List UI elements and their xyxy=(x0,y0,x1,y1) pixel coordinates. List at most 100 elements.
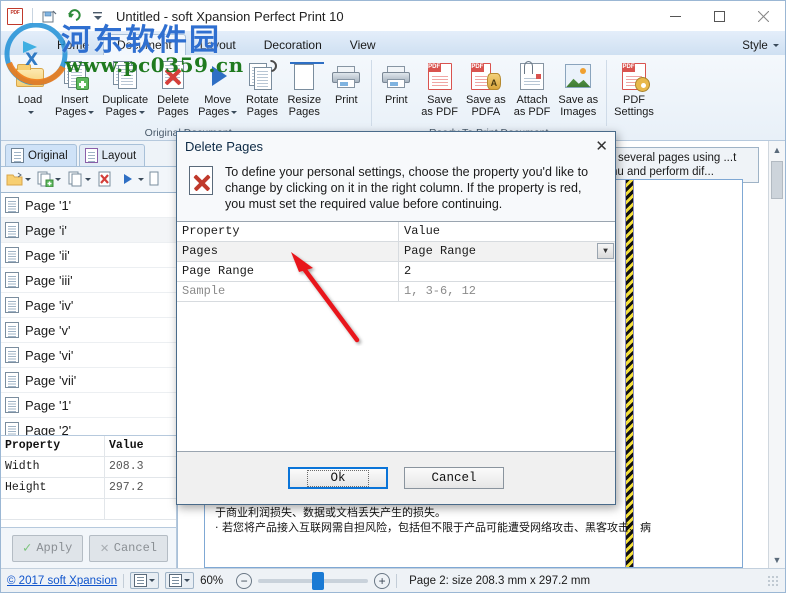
copyright-link[interactable]: © 2017 soft Xpansion xyxy=(7,575,117,587)
page-size-info: Page 2: size 208.3 mm x 297.2 mm xyxy=(409,574,591,587)
list-item[interactable]: Page 'vi' xyxy=(1,343,176,368)
zoom-in-button[interactable]: + xyxy=(374,572,391,589)
apply-button[interactable]: ✓ Apply xyxy=(11,534,84,562)
facing-page-view-icon xyxy=(169,574,183,587)
tab-home[interactable]: Home xyxy=(43,34,103,56)
title-bar: Untitled - soft Xpansion Perfect Print 1… xyxy=(1,1,785,31)
resize-pages-icon xyxy=(288,60,325,92)
open-button[interactable] xyxy=(4,169,33,190)
page-list[interactable]: Page '1' Page 'i' Page 'ii' Page 'iii' P… xyxy=(1,193,176,436)
maximize-button[interactable] xyxy=(697,1,741,31)
duplicate-label2: Pages xyxy=(105,106,137,118)
pages-panel-tabs: Original Layout xyxy=(1,141,176,167)
header-property: Property xyxy=(177,222,399,241)
doc-text-line: · 若您将产品接入互联网需自担风险，包括但不限于产品可能遭受网络攻击、黑客攻击、… xyxy=(215,521,651,534)
print-label: Print xyxy=(334,94,358,106)
status-bar: © 2017 soft Xpansion 60% − + Page 2: siz… xyxy=(1,568,785,592)
scroll-up-icon[interactable]: ▲ xyxy=(769,141,785,158)
ok-button[interactable]: Ok xyxy=(288,467,388,489)
save-as-images-icon xyxy=(562,60,594,92)
list-item[interactable]: Page '1' xyxy=(1,193,176,218)
pdf-settings-button[interactable]: PDF PDF Settings xyxy=(610,58,658,140)
property-value[interactable]: 208.3 xyxy=(105,457,176,477)
list-item[interactable]: Page 'v' xyxy=(1,318,176,343)
tab-view[interactable]: View xyxy=(336,34,390,56)
attach-label: Attach xyxy=(516,94,548,106)
delete-page-icon xyxy=(96,171,114,188)
delete-pages-icon xyxy=(189,166,216,197)
move-page-icon xyxy=(119,171,137,188)
zoom-slider-thumb[interactable] xyxy=(312,571,325,590)
divider xyxy=(396,573,398,588)
page-property-grid[interactable]: Property Value Width 208.3 Height 297.2 xyxy=(1,436,176,528)
more-tools-button[interactable] xyxy=(147,169,169,190)
cancel-button[interactable]: ✕ Cancel xyxy=(89,534,168,562)
save-images-label2: Images xyxy=(560,106,597,118)
move-label2: Pages xyxy=(198,106,230,118)
dialog-close-icon[interactable]: ✕ xyxy=(595,137,608,155)
list-item[interactable]: Page '2' xyxy=(1,418,176,435)
single-page-view-button[interactable] xyxy=(130,572,160,589)
table-row[interactable]: Height 297.2 xyxy=(1,478,176,499)
scroll-down-icon[interactable]: ▼ xyxy=(769,551,785,568)
chevron-down-icon[interactable]: ▼ xyxy=(597,243,614,259)
dialog-cancel-button[interactable]: Cancel xyxy=(404,467,504,489)
insert-pages-icon xyxy=(59,60,91,92)
duplicate-page-button[interactable] xyxy=(64,169,93,190)
page-range-input[interactable]: 2 xyxy=(399,262,615,281)
style-label: Style xyxy=(742,40,768,52)
table-row-page-range[interactable]: Page Range 2 xyxy=(177,262,615,282)
table-row[interactable]: Width 208.3 xyxy=(1,457,176,478)
panel-tab-layout[interactable]: Layout xyxy=(78,144,146,166)
insert-page-icon xyxy=(36,171,54,188)
resize-grip[interactable] xyxy=(767,574,779,587)
chevron-down-icon xyxy=(25,178,31,181)
rotate-label2: Pages xyxy=(246,106,278,118)
panel-tab-original[interactable]: Original xyxy=(5,144,77,166)
undo-icon[interactable] xyxy=(64,7,84,25)
dialog-property-table[interactable]: Property Value Pages Page Range ▼ Page R… xyxy=(177,221,615,452)
insert-page-button[interactable] xyxy=(34,169,63,190)
page-icon xyxy=(5,372,19,388)
panel-tab-original-label: Original xyxy=(28,149,68,162)
property-value[interactable]: Page Range ▼ xyxy=(399,242,615,261)
delete-page-button[interactable] xyxy=(94,169,116,190)
move-page-button[interactable] xyxy=(117,169,146,190)
zoom-out-button[interactable]: − xyxy=(236,572,253,589)
list-item[interactable]: Page 'i' xyxy=(1,218,176,243)
pages-panel-toolbar xyxy=(1,167,176,193)
tab-layout[interactable]: Layout xyxy=(186,34,250,56)
save-quick-icon[interactable] xyxy=(40,7,60,25)
vertical-scrollbar[interactable]: ▲ ▼ xyxy=(768,141,785,568)
dialog-title: Delete Pages xyxy=(185,138,264,154)
apply-label: Apply xyxy=(36,541,73,555)
list-item[interactable]: Page 'vii' xyxy=(1,368,176,393)
zoom-slider[interactable] xyxy=(258,571,369,590)
style-menu-button[interactable]: Style xyxy=(742,40,779,52)
close-button[interactable] xyxy=(741,1,785,31)
folder-open-icon xyxy=(14,60,46,92)
minimize-button[interactable] xyxy=(653,1,697,31)
rotate-label: Rotate xyxy=(246,94,279,106)
open-icon xyxy=(6,171,24,188)
list-item[interactable]: Page '1' xyxy=(1,393,176,418)
tab-decoration[interactable]: Decoration xyxy=(250,34,336,56)
property-value[interactable]: 297.2 xyxy=(105,478,176,498)
facing-page-view-button[interactable] xyxy=(165,572,195,589)
delete-pages-dialog[interactable]: Delete Pages ✕ To define your personal s… xyxy=(176,131,616,505)
quick-access-toolbar[interactable] xyxy=(1,7,108,25)
dialog-message: To define your personal settings, choose… xyxy=(225,165,589,211)
list-item[interactable]: Page 'iv' xyxy=(1,293,176,318)
customize-qat-icon[interactable] xyxy=(88,7,108,25)
page-label: Page 'v' xyxy=(25,322,71,338)
table-row-pages[interactable]: Pages Page Range ▼ xyxy=(177,242,615,262)
scrollbar-thumb[interactable] xyxy=(771,161,783,199)
dialog-buttons: Ok Cancel xyxy=(177,452,615,504)
save-as-pdf-icon: PDF xyxy=(424,60,456,92)
tab-document[interactable]: Document xyxy=(103,34,186,56)
ribbon-group-pdf-settings: PDF PDF Settings xyxy=(606,58,662,140)
list-item[interactable]: Page 'ii' xyxy=(1,243,176,268)
list-item[interactable]: Page 'iii' xyxy=(1,268,176,293)
page-edge-marker xyxy=(625,180,634,567)
document-icon xyxy=(11,148,24,163)
